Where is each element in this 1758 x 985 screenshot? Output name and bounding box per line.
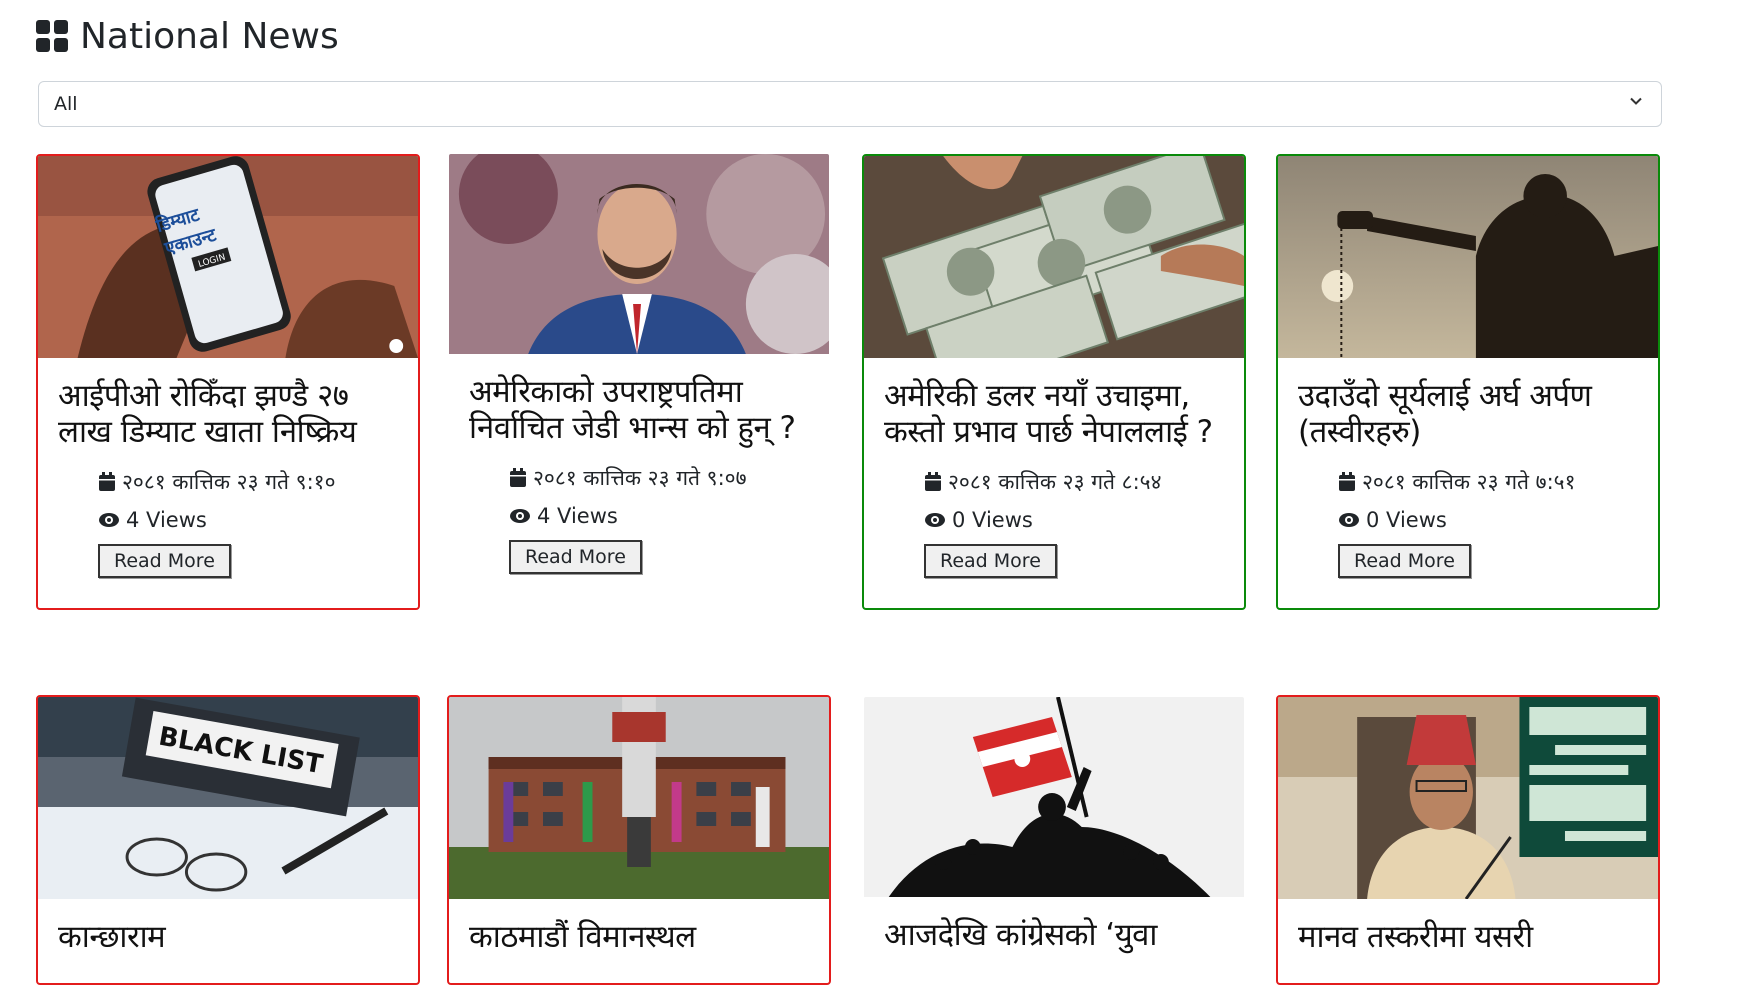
news-thumbnail[interactable] bbox=[1278, 156, 1658, 358]
news-date: २०८१ कात्तिक २३ गते ९:०७ bbox=[509, 464, 829, 492]
news-date: २०८१ कात्तिक २३ गते ७:५१ bbox=[1338, 468, 1658, 496]
news-title[interactable]: काठमाडौं विमानस्थल bbox=[469, 919, 809, 955]
news-thumbnail[interactable] bbox=[1278, 697, 1658, 899]
news-thumbnail[interactable] bbox=[864, 697, 1244, 897]
news-views: 0 Views bbox=[1338, 508, 1658, 532]
news-thumbnail[interactable] bbox=[864, 156, 1244, 358]
calendar-icon bbox=[1339, 472, 1355, 491]
read-more-button[interactable]: Read More bbox=[924, 544, 1057, 578]
news-title[interactable]: मानव तस्करीमा यसरी bbox=[1298, 919, 1638, 955]
news-card[interactable]: उदाउँदो सूर्यलाई अर्घ अर्पण (तस्वीरहरु) … bbox=[1276, 154, 1660, 610]
page-title: National News bbox=[80, 15, 339, 57]
news-title[interactable]: कान्छाराम bbox=[58, 919, 398, 955]
news-card[interactable]: आजदेखि कांग्रेसको ‘युवा bbox=[862, 695, 1246, 985]
news-views: 0 Views bbox=[924, 508, 1244, 532]
news-card[interactable]: डिम्याट एकाउन्ट LOGIN आईपीओ रोकिँदा झण्ड… bbox=[36, 154, 420, 610]
category-select-value: All bbox=[54, 93, 78, 115]
eye-icon bbox=[925, 513, 945, 527]
news-title[interactable]: आजदेखि कांग्रेसको ‘युवा bbox=[884, 917, 1224, 953]
calendar-icon bbox=[99, 472, 115, 491]
news-thumbnail[interactable] bbox=[449, 154, 829, 354]
eye-icon bbox=[510, 509, 530, 523]
news-title[interactable]: उदाउँदो सूर्यलाई अर्घ अर्पण (तस्वीरहरु) bbox=[1298, 378, 1638, 450]
calendar-icon bbox=[510, 468, 526, 487]
news-card[interactable]: मानव तस्करीमा यसरी bbox=[1276, 695, 1660, 985]
news-views: 4 Views bbox=[509, 504, 829, 528]
news-thumbnail[interactable] bbox=[449, 697, 829, 899]
news-thumbnail[interactable]: डिम्याट एकाउन्ट LOGIN bbox=[38, 156, 418, 358]
news-card[interactable]: अमेरिकी डलर नयाँ उचाइमा, कस्तो प्रभाव पा… bbox=[862, 154, 1246, 610]
read-more-button[interactable]: Read More bbox=[98, 544, 231, 578]
news-views: 4 Views bbox=[98, 508, 418, 532]
eye-icon bbox=[1339, 513, 1359, 527]
category-select[interactable]: All bbox=[38, 81, 1662, 127]
news-card[interactable]: काठमाडौं विमानस्थल bbox=[447, 695, 831, 985]
news-title[interactable]: आईपीओ रोकिँदा झण्डै २७ लाख डिम्याट खाता … bbox=[58, 378, 398, 450]
news-date: २०८१ कात्तिक २३ गते ९:१० bbox=[98, 468, 418, 496]
news-card[interactable]: BLACK LIST कान्छाराम bbox=[36, 695, 420, 985]
read-more-button[interactable]: Read More bbox=[509, 540, 642, 574]
news-title[interactable]: अमेरिकाको उपराष्ट्रपतिमा निर्वाचित जेडी … bbox=[469, 374, 809, 446]
news-title[interactable]: अमेरिकी डलर नयाँ उचाइमा, कस्तो प्रभाव पा… bbox=[884, 378, 1224, 450]
news-thumbnail[interactable]: BLACK LIST bbox=[38, 697, 418, 899]
eye-icon bbox=[99, 513, 119, 527]
grid-icon bbox=[36, 20, 68, 52]
news-card[interactable]: अमेरिकाको उपराष्ट्रपतिमा निर्वाचित जेडी … bbox=[447, 152, 831, 606]
read-more-button[interactable]: Read More bbox=[1338, 544, 1471, 578]
news-date: २०८१ कात्तिक २३ गते ८:५४ bbox=[924, 468, 1244, 496]
page-header: National News bbox=[36, 14, 339, 58]
calendar-icon bbox=[925, 472, 941, 491]
chevron-down-icon bbox=[1630, 97, 1642, 105]
